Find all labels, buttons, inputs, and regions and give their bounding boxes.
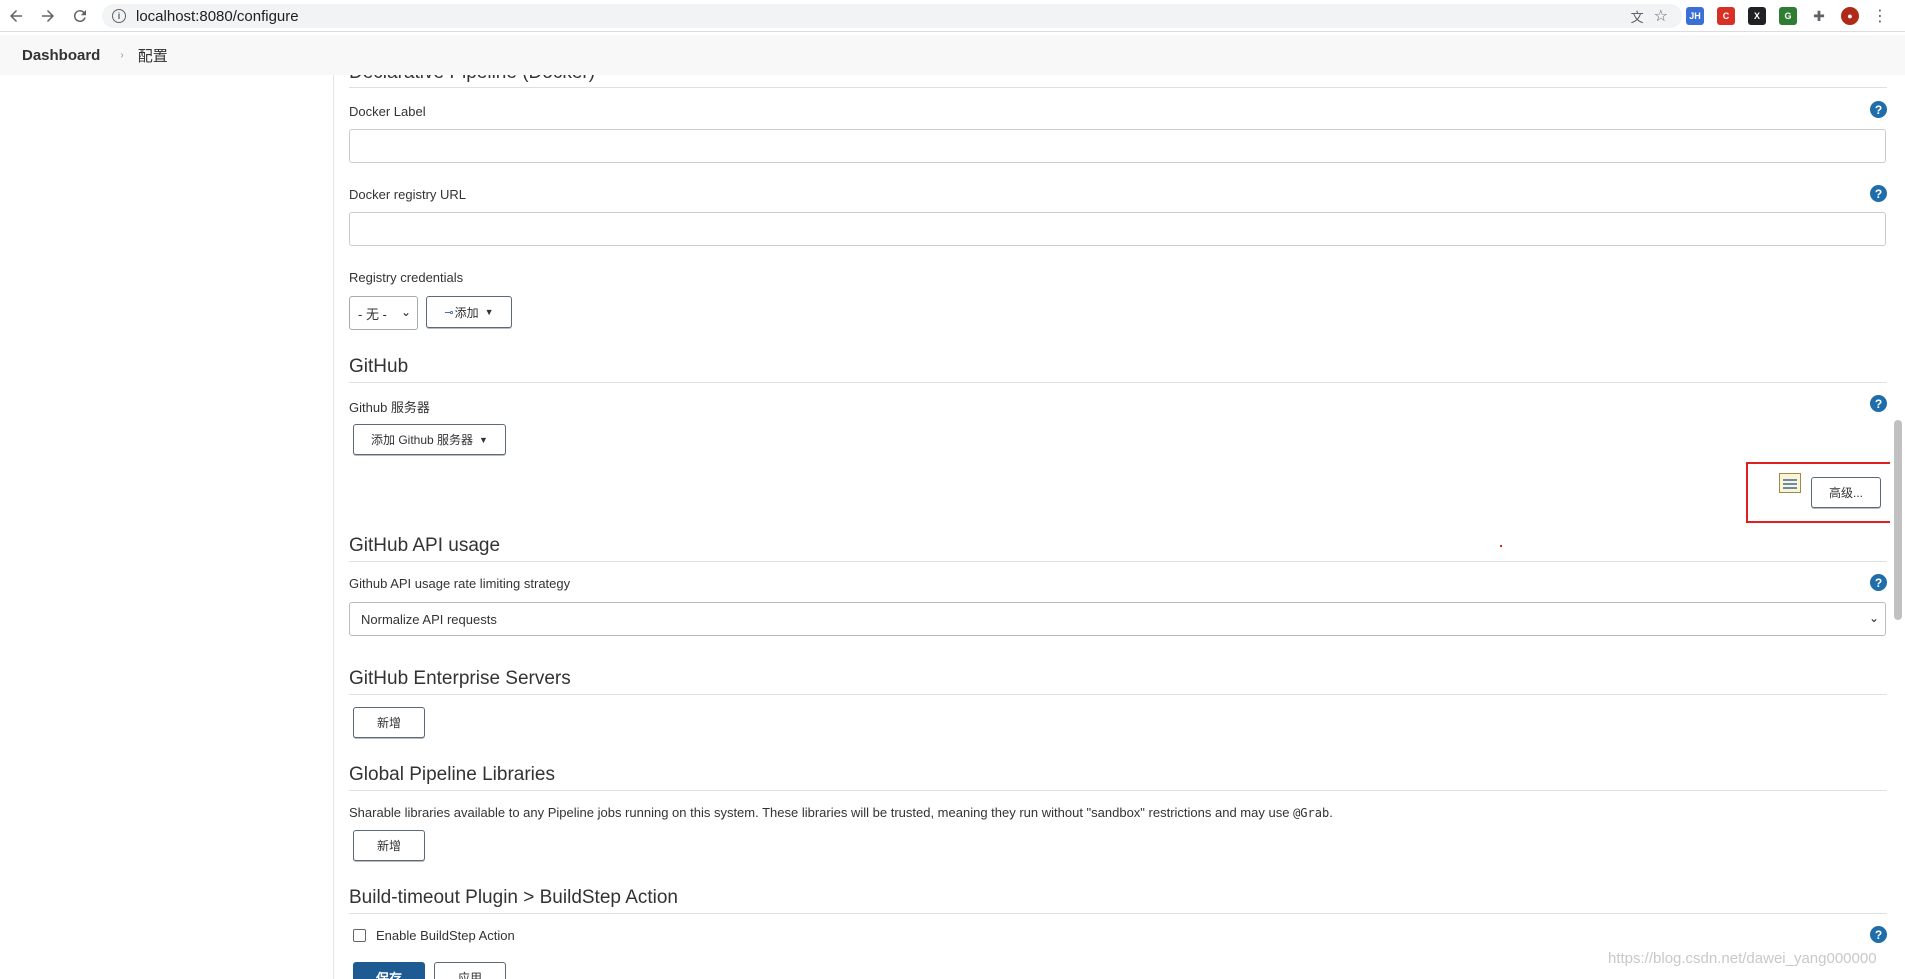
section-divider [349, 382, 1887, 383]
libraries-description: Sharable libraries available to any Pipe… [349, 805, 1333, 820]
enable-buildstep-checkbox[interactable] [353, 929, 366, 942]
sidebar-divider [333, 75, 334, 979]
section-divider [349, 913, 1887, 914]
info-icon[interactable]: i [112, 9, 126, 23]
breadcrumb: Dashboard › 配置 [0, 35, 1905, 75]
help-icon[interactable]: ? [1870, 574, 1887, 591]
docker-label-input[interactable] [349, 129, 1886, 163]
breadcrumb-current[interactable]: 配置 [138, 45, 168, 66]
breadcrumb-separator-icon: › [120, 49, 124, 61]
red-extension-icon[interactable]: C [1717, 7, 1735, 25]
caret-down-icon: ▼ [479, 434, 488, 445]
section-title-github: GitHub [349, 356, 409, 377]
profile-avatar[interactable]: ● [1841, 7, 1859, 25]
watermark: https://blog.csdn.net/dawei_yang000000 [1608, 950, 1877, 967]
section-divider [349, 790, 1887, 791]
scrollbar-thumb[interactable] [1894, 420, 1902, 620]
chevron-down-icon: ⌄ [400, 305, 411, 319]
credentials-select[interactable]: - 无 - ⌄ [349, 296, 418, 330]
apply-button[interactable]: 应用 [434, 962, 506, 979]
x-extension-icon[interactable]: X [1748, 7, 1766, 25]
add-github-server-button[interactable]: 添加 Github 服务器 ▼ [353, 424, 506, 455]
browser-toolbar: i localhost:8080/configure 文 ☆ JH C X G … [0, 0, 1905, 32]
credentials-selected-value: - 无 - [358, 306, 387, 322]
add-credentials-label: 添加 [454, 305, 479, 320]
config-form: Declarative Pipeline (Docker) Docker Lab… [349, 75, 1887, 979]
section-title-github-api: GitHub API usage [349, 535, 501, 556]
help-icon[interactable]: ? [1870, 101, 1887, 118]
section-title-libraries: Global Pipeline Libraries [349, 764, 555, 785]
docker-label-label: Docker Label [349, 104, 426, 119]
add-enterprise-label: 新增 [376, 716, 401, 730]
enable-buildstep-label: Enable BuildStep Action [376, 928, 515, 943]
help-icon[interactable]: ? [1870, 395, 1887, 412]
caret-down-icon: ▼ [484, 307, 494, 317]
translate-icon[interactable]: 文 [1631, 7, 1644, 26]
apply-label: 应用 [457, 971, 482, 979]
url-text: localhost:8080/configure [136, 7, 299, 25]
rate-limit-strategy-select[interactable]: Normalize API requests ⌄ [349, 602, 1886, 636]
save-label: 保存 [375, 971, 402, 979]
section-divider [349, 694, 1887, 695]
rate-limit-strategy-label: Github API usage rate limiting strategy [349, 576, 571, 591]
add-credentials-button[interactable]: ⊸ 添加 ▼ [426, 296, 512, 328]
key-icon: ⊸ [444, 306, 454, 319]
add-library-button[interactable]: 新增 [353, 830, 425, 861]
bookmark-star-icon[interactable]: ☆ [1654, 6, 1668, 26]
annotation-dot [1500, 545, 1502, 547]
section-title-build-timeout: Build-timeout Plugin > BuildStep Action [349, 887, 679, 908]
help-icon[interactable]: ? [1870, 926, 1887, 943]
green-extension-icon[interactable]: G [1779, 7, 1797, 25]
save-button[interactable]: 保存 [353, 962, 425, 979]
registry-credentials-label: Registry credentials [349, 270, 464, 285]
add-library-label: 新增 [376, 839, 401, 853]
jh-extension-icon[interactable]: JH [1686, 7, 1704, 25]
docker-registry-url-input[interactable] [349, 212, 1886, 246]
back-icon[interactable] [0, 0, 32, 32]
address-bar[interactable]: i localhost:8080/configure 文 ☆ [102, 4, 1682, 28]
libraries-description-end: . [1329, 805, 1333, 820]
section-divider [349, 87, 1887, 88]
reload-icon[interactable] [64, 0, 96, 32]
highlight-box [1746, 462, 1896, 523]
breadcrumb-dashboard[interactable]: Dashboard [22, 47, 100, 64]
section-divider [349, 561, 1887, 562]
add-enterprise-server-button[interactable]: 新增 [353, 707, 425, 738]
section-title-enterprise: GitHub Enterprise Servers [349, 668, 571, 689]
puzzle-icon[interactable]: ✚ [1810, 7, 1828, 25]
github-servers-label: Github 服务器 [349, 400, 430, 415]
menu-icon[interactable]: ⋮ [1872, 6, 1888, 26]
add-github-server-label: 添加 Github 服务器 [371, 433, 474, 447]
forward-icon[interactable] [32, 0, 64, 32]
libraries-description-code: @Grab [1293, 806, 1330, 820]
chevron-down-icon: ⌄ [1868, 611, 1879, 625]
docker-registry-url-label: Docker registry URL [349, 187, 467, 202]
help-icon[interactable]: ? [1870, 185, 1887, 202]
rate-limit-strategy-value: Normalize API requests [361, 611, 497, 627]
libraries-description-text: Sharable libraries available to any Pipe… [349, 805, 1290, 820]
